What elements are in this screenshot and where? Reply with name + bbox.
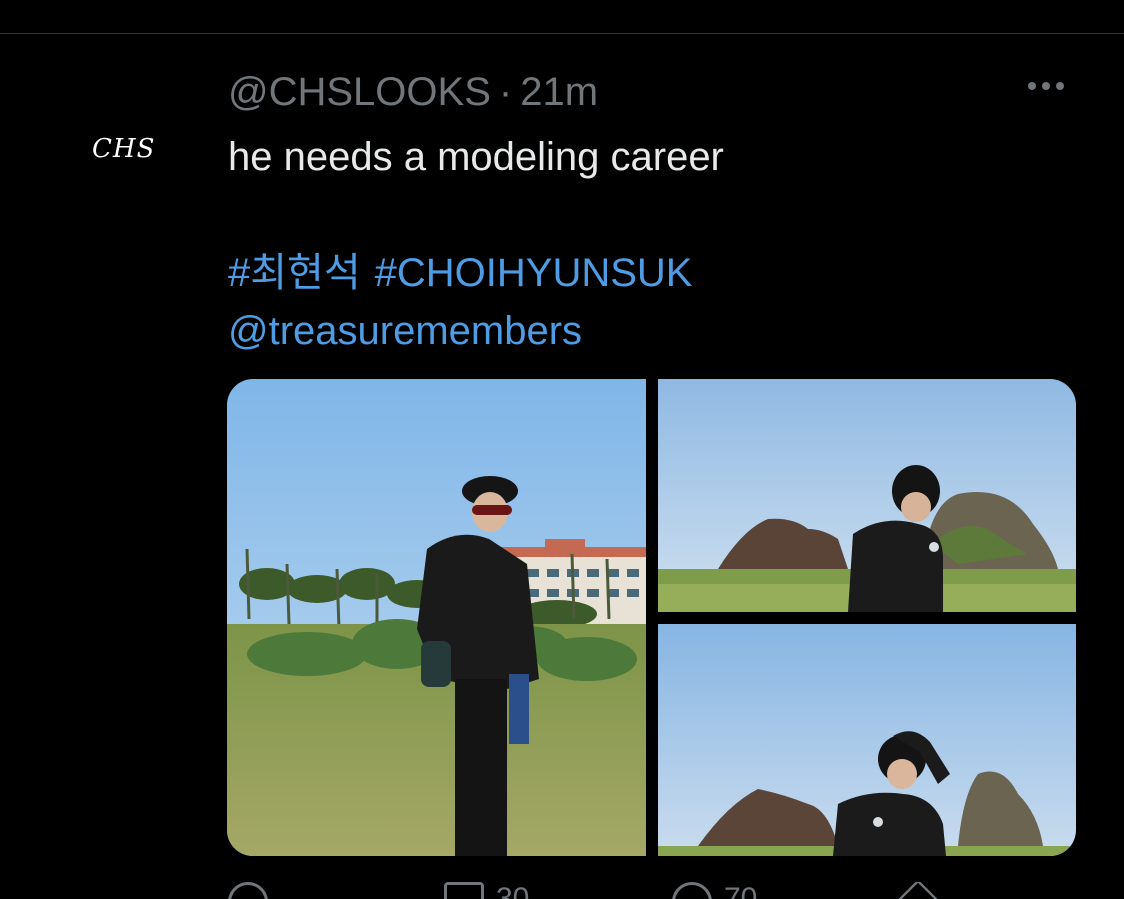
photo-1[interactable]	[227, 379, 646, 856]
hashtag-link[interactable]: #CHOIHYUNSUK	[375, 251, 693, 295]
photo-2[interactable]	[658, 379, 1076, 612]
hashtag-link[interactable]: #최현석	[228, 251, 361, 295]
header-separator: ·	[498, 70, 513, 114]
tweet-tags: #최현석 #CHOIHYUNSUK @treasuremembers	[228, 244, 707, 360]
more-dot	[1042, 82, 1050, 90]
more-dot	[1056, 82, 1064, 90]
media-grid	[227, 379, 1076, 856]
share-icon	[895, 882, 941, 899]
more-dots-icon[interactable]	[1028, 82, 1064, 90]
retweet-action[interactable]: 30	[444, 882, 529, 899]
photo-3[interactable]	[658, 624, 1076, 856]
tweet-actions: 30 70	[228, 882, 1028, 899]
heart-icon	[672, 882, 712, 899]
like-count: 70	[724, 882, 758, 899]
retweet-count: 30	[496, 882, 530, 899]
mention-link[interactable]: @treasuremembers	[228, 302, 707, 360]
tweet-header: @CHSLOOKS · 21m	[228, 70, 598, 115]
share-action[interactable]	[895, 882, 941, 899]
reply-action[interactable]	[228, 882, 268, 899]
user-handle[interactable]: @CHSLOOKS	[228, 70, 491, 115]
tweet-time[interactable]: 21m	[520, 70, 598, 115]
avatar-text: CHS	[92, 134, 156, 164]
tweet-text: he needs a modeling career	[228, 135, 724, 179]
retweet-icon	[444, 882, 484, 899]
like-action[interactable]: 70	[672, 882, 757, 899]
more-dot	[1028, 82, 1036, 90]
top-divider	[0, 33, 1124, 34]
reply-icon	[228, 882, 268, 899]
avatar[interactable]: CHS	[92, 132, 162, 166]
